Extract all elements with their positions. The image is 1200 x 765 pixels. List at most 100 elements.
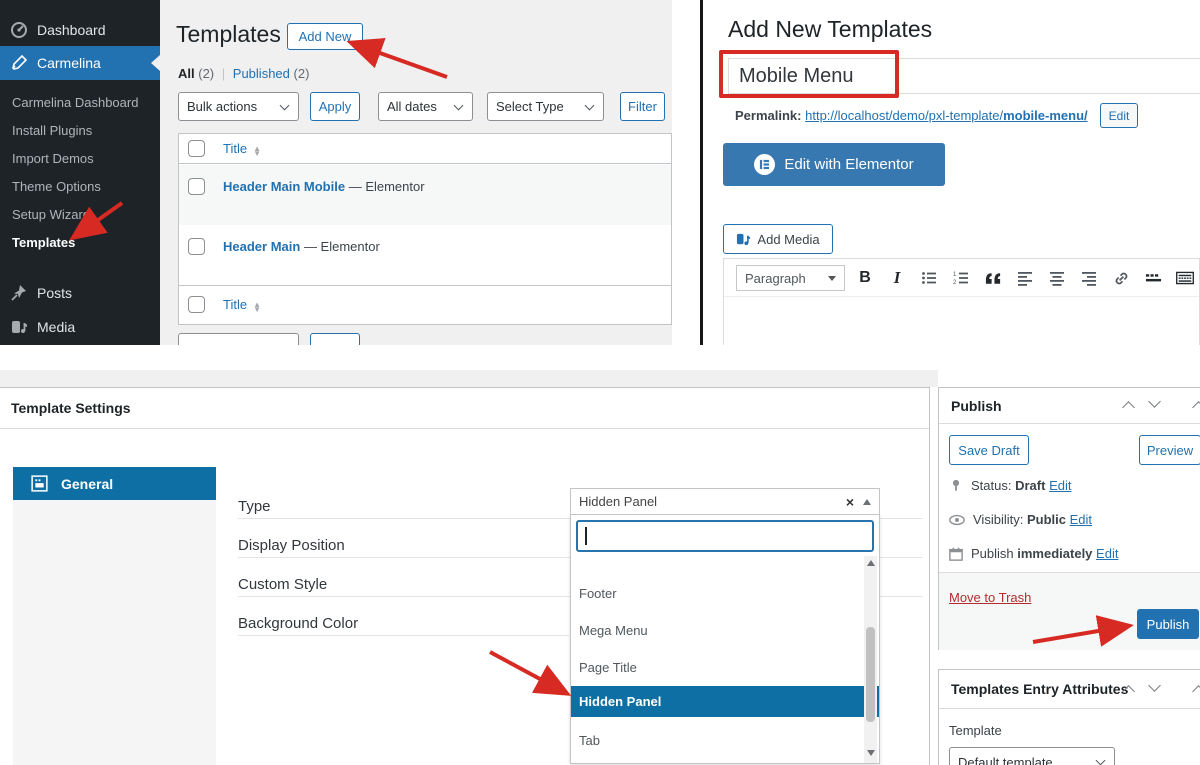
- sidebar-item-media[interactable]: Media: [0, 311, 160, 343]
- blockquote-button[interactable]: [977, 259, 1009, 297]
- read-more-button[interactable]: [1137, 259, 1169, 297]
- admin-background-strip: [0, 370, 938, 387]
- dropdown-scrollbar[interactable]: [864, 556, 877, 763]
- row-checkbox[interactable]: [188, 178, 205, 195]
- sidebar-item-setup-wizard[interactable]: Setup Wizard: [0, 200, 160, 228]
- move-to-trash-link[interactable]: Move to Trash: [949, 590, 1031, 605]
- italic-button[interactable]: I: [881, 259, 913, 297]
- bulk-actions-select-bottom[interactable]: [178, 333, 299, 345]
- select-type-select[interactable]: Select Type: [487, 92, 604, 121]
- sidebar-item-templates[interactable]: Templates: [0, 228, 160, 256]
- visibility-value: Public: [1026, 512, 1066, 527]
- permalink-base: http://localhost/demo/pxl-template/: [805, 108, 1004, 123]
- preview-button[interactable]: Preview: [1139, 435, 1200, 465]
- save-draft-button[interactable]: Save Draft: [949, 435, 1029, 465]
- align-right-button[interactable]: [1073, 259, 1105, 297]
- submenu-label: Setup Wizard: [12, 206, 91, 222]
- column-header-title[interactable]: Title ▲ ▼: [223, 141, 261, 158]
- visibility-eye-icon: [949, 514, 965, 525]
- template-attr-select[interactable]: Default template: [949, 747, 1115, 765]
- dropdown-option-highlighted[interactable]: Hidden Panel: [571, 686, 879, 717]
- page-title: Add New Templates: [728, 16, 933, 42]
- template-title-link[interactable]: Header Main: [223, 239, 300, 254]
- apply-button-bottom[interactable]: [310, 333, 360, 345]
- field-divider: [238, 635, 569, 636]
- table-row: Header Main — Elementor: [179, 225, 671, 285]
- toggle-panel-icon[interactable]: [1192, 684, 1200, 698]
- sidebar-item-carmelina[interactable]: Carmelina: [0, 46, 160, 80]
- move-up-icon[interactable]: [1122, 401, 1135, 414]
- all-dates-select[interactable]: All dates: [378, 92, 473, 121]
- apply-button[interactable]: Apply: [310, 92, 360, 121]
- move-down-icon[interactable]: [1148, 678, 1161, 692]
- italic-glyph: I: [893, 268, 901, 287]
- template-title-suffix: — Elementor: [303, 239, 380, 254]
- dropdown-option[interactable]: Footer: [571, 575, 863, 612]
- template-title-link[interactable]: Header Main Mobile: [223, 179, 345, 194]
- editor-content-area[interactable]: [724, 298, 1199, 346]
- option-label: Mega Menu: [579, 623, 648, 638]
- paragraph-format-select[interactable]: Paragraph: [736, 265, 845, 291]
- filter-button[interactable]: Filter: [620, 92, 665, 121]
- sidebar-item-dashboard[interactable]: Dashboard: [0, 14, 160, 46]
- publish-button[interactable]: Publish: [1137, 609, 1199, 639]
- bold-button[interactable]: B: [849, 259, 881, 297]
- sidebar-item-label: Carmelina: [37, 55, 101, 71]
- permalink-link[interactable]: http://localhost/demo/pxl-template/mobil…: [805, 108, 1088, 123]
- bulk-actions-select[interactable]: Bulk actions: [178, 92, 299, 121]
- dropdown-search-input[interactable]: [576, 520, 874, 552]
- dropdown-option-clipped[interactable]: Header Mobile: [571, 556, 863, 568]
- brush-icon: [12, 54, 28, 70]
- view-published-link[interactable]: Published: [233, 66, 290, 81]
- option-label: Header Mobile: [571, 556, 863, 558]
- visibility-label: Visibility:: [973, 512, 1024, 527]
- add-media-icon: [737, 233, 751, 245]
- move-up-icon[interactable]: [1122, 684, 1135, 698]
- scroll-down-icon[interactable]: [866, 750, 875, 756]
- dropdown-option[interactable]: Mega Menu: [571, 612, 863, 649]
- bullet-list-button[interactable]: [913, 259, 945, 297]
- scrollbar-thumb[interactable]: [866, 627, 875, 722]
- toggle-panel-icon[interactable]: [1192, 401, 1200, 414]
- blockquote-icon: [985, 272, 1000, 284]
- sidebar-item-posts[interactable]: Posts: [0, 277, 160, 309]
- column-title-label: Title: [223, 297, 248, 312]
- tab-general[interactable]: General: [13, 467, 216, 500]
- permalink-row: Permalink: http://localhost/demo/pxl-tem…: [735, 108, 1088, 123]
- align-center-button[interactable]: [1041, 259, 1073, 297]
- permalink-edit-button[interactable]: Edit: [1100, 103, 1138, 128]
- sidebar-item-carmelina-dashboard[interactable]: Carmelina Dashboard: [0, 88, 160, 116]
- numbered-list-button[interactable]: 12: [945, 259, 977, 297]
- pushpin-icon: [11, 285, 26, 301]
- edit-status-link[interactable]: Edit: [1049, 478, 1071, 493]
- type-select-display[interactable]: Hidden Panel ×: [570, 488, 880, 515]
- elementor-icon: [754, 154, 776, 175]
- bold-glyph: B: [859, 269, 871, 286]
- templates-table: Title ▲ ▼ Header Main Mobile — Elementor H…: [178, 133, 672, 325]
- add-media-button[interactable]: Add Media: [723, 224, 833, 254]
- column-footer-title[interactable]: Title ▲ ▼: [223, 297, 261, 314]
- link-button[interactable]: [1105, 259, 1137, 297]
- view-all-link[interactable]: All: [178, 66, 195, 81]
- dropdown-option[interactable]: Page Title: [571, 649, 863, 686]
- move-down-icon[interactable]: [1148, 395, 1161, 408]
- template-settings-header[interactable]: Template Settings: [0, 388, 929, 429]
- sidebar-item-import-demos[interactable]: Import Demos: [0, 144, 160, 172]
- edit-schedule-link[interactable]: Edit: [1096, 546, 1118, 561]
- scroll-up-icon[interactable]: [866, 560, 875, 566]
- publish-header[interactable]: Publish: [939, 388, 1200, 424]
- select-all-checkbox[interactable]: [188, 140, 205, 157]
- attributes-header[interactable]: Templates Entry Attributes: [939, 670, 1200, 709]
- row-checkbox[interactable]: [188, 238, 205, 255]
- add-new-button[interactable]: Add New: [287, 23, 363, 50]
- sidebar-item-install-plugins[interactable]: Install Plugins: [0, 116, 160, 144]
- chevron-down-icon: [584, 100, 595, 110]
- edit-visibility-link[interactable]: Edit: [1070, 512, 1092, 527]
- sidebar-item-theme-options[interactable]: Theme Options: [0, 172, 160, 200]
- toolbar-toggle-button[interactable]: [1169, 259, 1200, 297]
- select-all-checkbox[interactable]: [188, 296, 205, 313]
- dropdown-option[interactable]: Tab: [571, 722, 863, 759]
- edit-with-elementor-button[interactable]: Edit with Elementor: [723, 143, 945, 186]
- align-left-button[interactable]: [1009, 259, 1041, 297]
- clear-selection-icon[interactable]: ×: [846, 494, 854, 510]
